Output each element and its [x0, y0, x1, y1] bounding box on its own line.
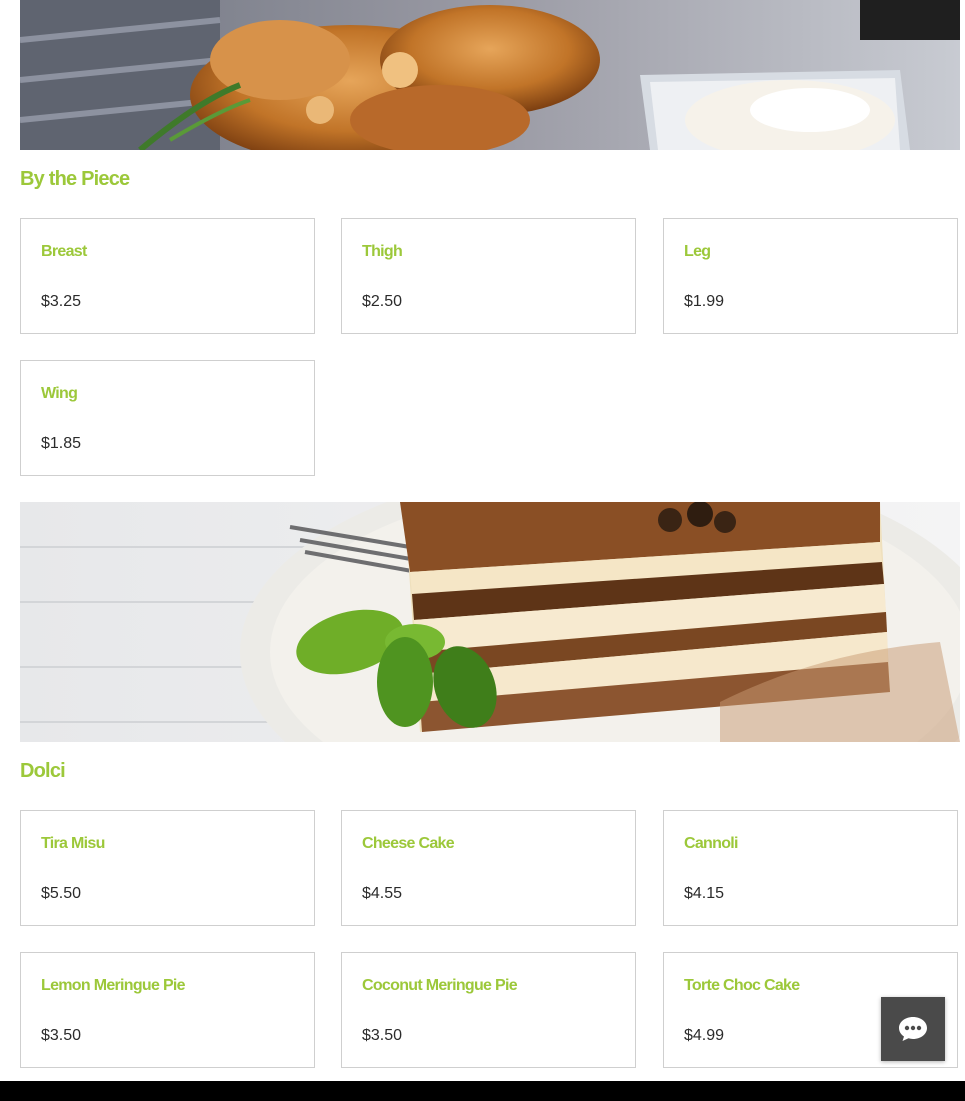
menu-item-price: $3.50: [41, 1027, 82, 1044]
menu-item-price: $4.15: [684, 885, 725, 902]
chat-button[interactable]: [881, 997, 945, 1061]
menu-item-name: Cheese Cake: [362, 835, 455, 852]
menu-item-card: Wing $1.85: [20, 360, 315, 476]
menu-item-price: $5.50: [41, 885, 82, 902]
menu-item-card: Cannoli $4.15: [663, 810, 958, 926]
menu-item-name: Cannoli: [684, 835, 738, 852]
menu-item-name: Thigh: [362, 243, 403, 260]
menu-item-card: Lemon Meringue Pie $3.50: [20, 952, 315, 1068]
tiramisu-photo: [20, 502, 960, 742]
menu-item-card: Leg $1.99: [663, 218, 958, 334]
tiramisu-banner: [20, 502, 960, 742]
menu-item-price: $1.85: [41, 435, 82, 452]
menu-item-price: $4.99: [684, 1027, 725, 1044]
menu-item-card: Thigh $2.50: [341, 218, 636, 334]
menu-item-card: Tira Misu $5.50: [20, 810, 315, 926]
menu-item-card: Breast $3.25: [20, 218, 315, 334]
chat-bubble-icon: [899, 1017, 927, 1041]
section-title-dolci: Dolci: [20, 760, 66, 782]
menu-item-price: $3.50: [362, 1027, 403, 1044]
fried-chicken-banner: [20, 0, 960, 150]
menu-item-name: Tira Misu: [41, 835, 105, 852]
menu-item-price: $1.99: [684, 293, 725, 310]
menu-item-price: $2.50: [362, 293, 403, 310]
footer-bar: [0, 1081, 965, 1101]
menu-item-name: Lemon Meringue Pie: [41, 977, 186, 994]
menu-item-name: Coconut Meringue Pie: [362, 977, 518, 994]
menu-item-price: $3.25: [41, 293, 82, 310]
fried-chicken-photo: [20, 0, 960, 150]
menu-item-card: Coconut Meringue Pie $3.50: [341, 952, 636, 1068]
menu-item-price: $4.55: [362, 885, 403, 902]
menu-item-card: Cheese Cake $4.55: [341, 810, 636, 926]
menu-item-name: Breast: [41, 243, 87, 260]
section-title-by-the-piece: By the Piece: [20, 168, 130, 190]
menu-item-name: Leg: [684, 243, 711, 260]
menu-item-name: Torte Choc Cake: [684, 977, 800, 994]
menu-item-name: Wing: [41, 385, 78, 402]
